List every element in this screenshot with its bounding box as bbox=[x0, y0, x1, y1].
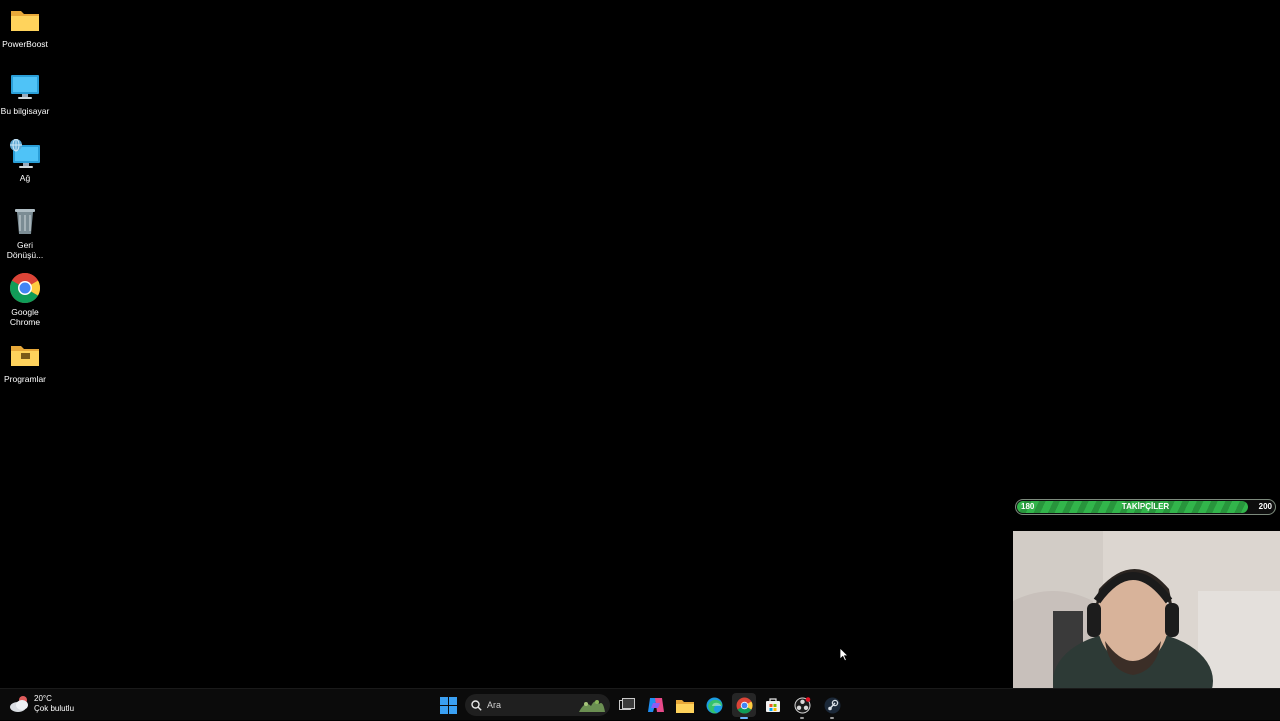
desktop-icon-network[interactable]: Ağ bbox=[0, 138, 50, 183]
store-icon bbox=[766, 698, 780, 712]
obs-icon bbox=[794, 696, 810, 713]
desktop-icon-label: PowerBoost bbox=[2, 39, 48, 49]
follower-goal-title: TAKİPÇİLER bbox=[1121, 502, 1170, 511]
chrome-icon bbox=[736, 697, 752, 713]
search-highlight-icon bbox=[579, 700, 605, 712]
folder-icon bbox=[9, 339, 41, 371]
task-view-button[interactable] bbox=[615, 693, 639, 717]
monitor-icon bbox=[9, 71, 41, 103]
recycle-bin-icon bbox=[9, 205, 41, 237]
desktop-icon-google-chrome[interactable]: Google Chrome bbox=[0, 272, 50, 327]
edge-icon bbox=[706, 697, 722, 713]
steam-button[interactable] bbox=[820, 693, 844, 719]
follower-goal-target: 200 bbox=[1258, 502, 1272, 511]
follower-goal-current: 180 bbox=[1021, 502, 1035, 511]
weather-temperature: 20°C bbox=[34, 694, 52, 703]
folder-icon bbox=[9, 4, 41, 36]
taskbar-search-box[interactable]: Ara bbox=[465, 694, 610, 716]
file-explorer-button[interactable] bbox=[673, 693, 697, 717]
running-indicator bbox=[830, 717, 834, 719]
desktop: PowerBoost Bu bilgisayar Ağ Geri Dönüşü.… bbox=[0, 0, 1280, 720]
weather-widget[interactable]: 20°C Çok bulutlu bbox=[8, 692, 74, 716]
desktop-icon-label: Ağ bbox=[19, 173, 31, 183]
microsoft-store-button[interactable] bbox=[761, 693, 785, 717]
task-view-icon bbox=[619, 698, 635, 710]
desktop-icon-programlar[interactable]: Programlar bbox=[0, 339, 50, 384]
copilot-icon bbox=[648, 698, 664, 712]
obs-button[interactable] bbox=[790, 693, 814, 719]
steam-icon bbox=[824, 697, 840, 713]
active-indicator bbox=[740, 717, 748, 719]
weather-text: 20°C Çok bulutlu bbox=[34, 694, 74, 714]
desktop-icon-label: Google Chrome bbox=[9, 307, 41, 327]
file-explorer-icon bbox=[676, 699, 694, 713]
windows-start-icon bbox=[439, 696, 457, 714]
copilot-button[interactable] bbox=[644, 693, 668, 717]
search-icon bbox=[471, 699, 482, 711]
mouse-cursor-icon bbox=[839, 647, 849, 662]
cloud-weather-icon bbox=[8, 692, 32, 716]
network-icon bbox=[9, 138, 41, 170]
desktop-icon-label: Bu bilgisayar bbox=[0, 106, 50, 116]
taskbar: 20°C Çok bulutlu Ara bbox=[0, 688, 1280, 720]
desktop-icon-label: Programlar bbox=[3, 374, 47, 384]
chrome-icon bbox=[9, 272, 41, 304]
follower-goal-bar: TAKİPÇİLER 180 200 bbox=[1015, 499, 1276, 515]
desktop-icon-this-pc[interactable]: Bu bilgisayar bbox=[0, 71, 50, 116]
desktop-icon-powerboost[interactable]: PowerBoost bbox=[0, 4, 50, 49]
start-button[interactable] bbox=[436, 693, 460, 717]
weather-condition: Çok bulutlu bbox=[34, 704, 75, 713]
running-indicator bbox=[800, 717, 804, 719]
desktop-icon-recycle-bin[interactable]: Geri Dönüşü... bbox=[0, 205, 50, 260]
desktop-icon-label: Geri Dönüşü... bbox=[6, 240, 44, 260]
chrome-taskbar-button[interactable] bbox=[732, 693, 756, 719]
search-placeholder: Ara bbox=[487, 700, 502, 710]
edge-button[interactable] bbox=[702, 693, 726, 717]
